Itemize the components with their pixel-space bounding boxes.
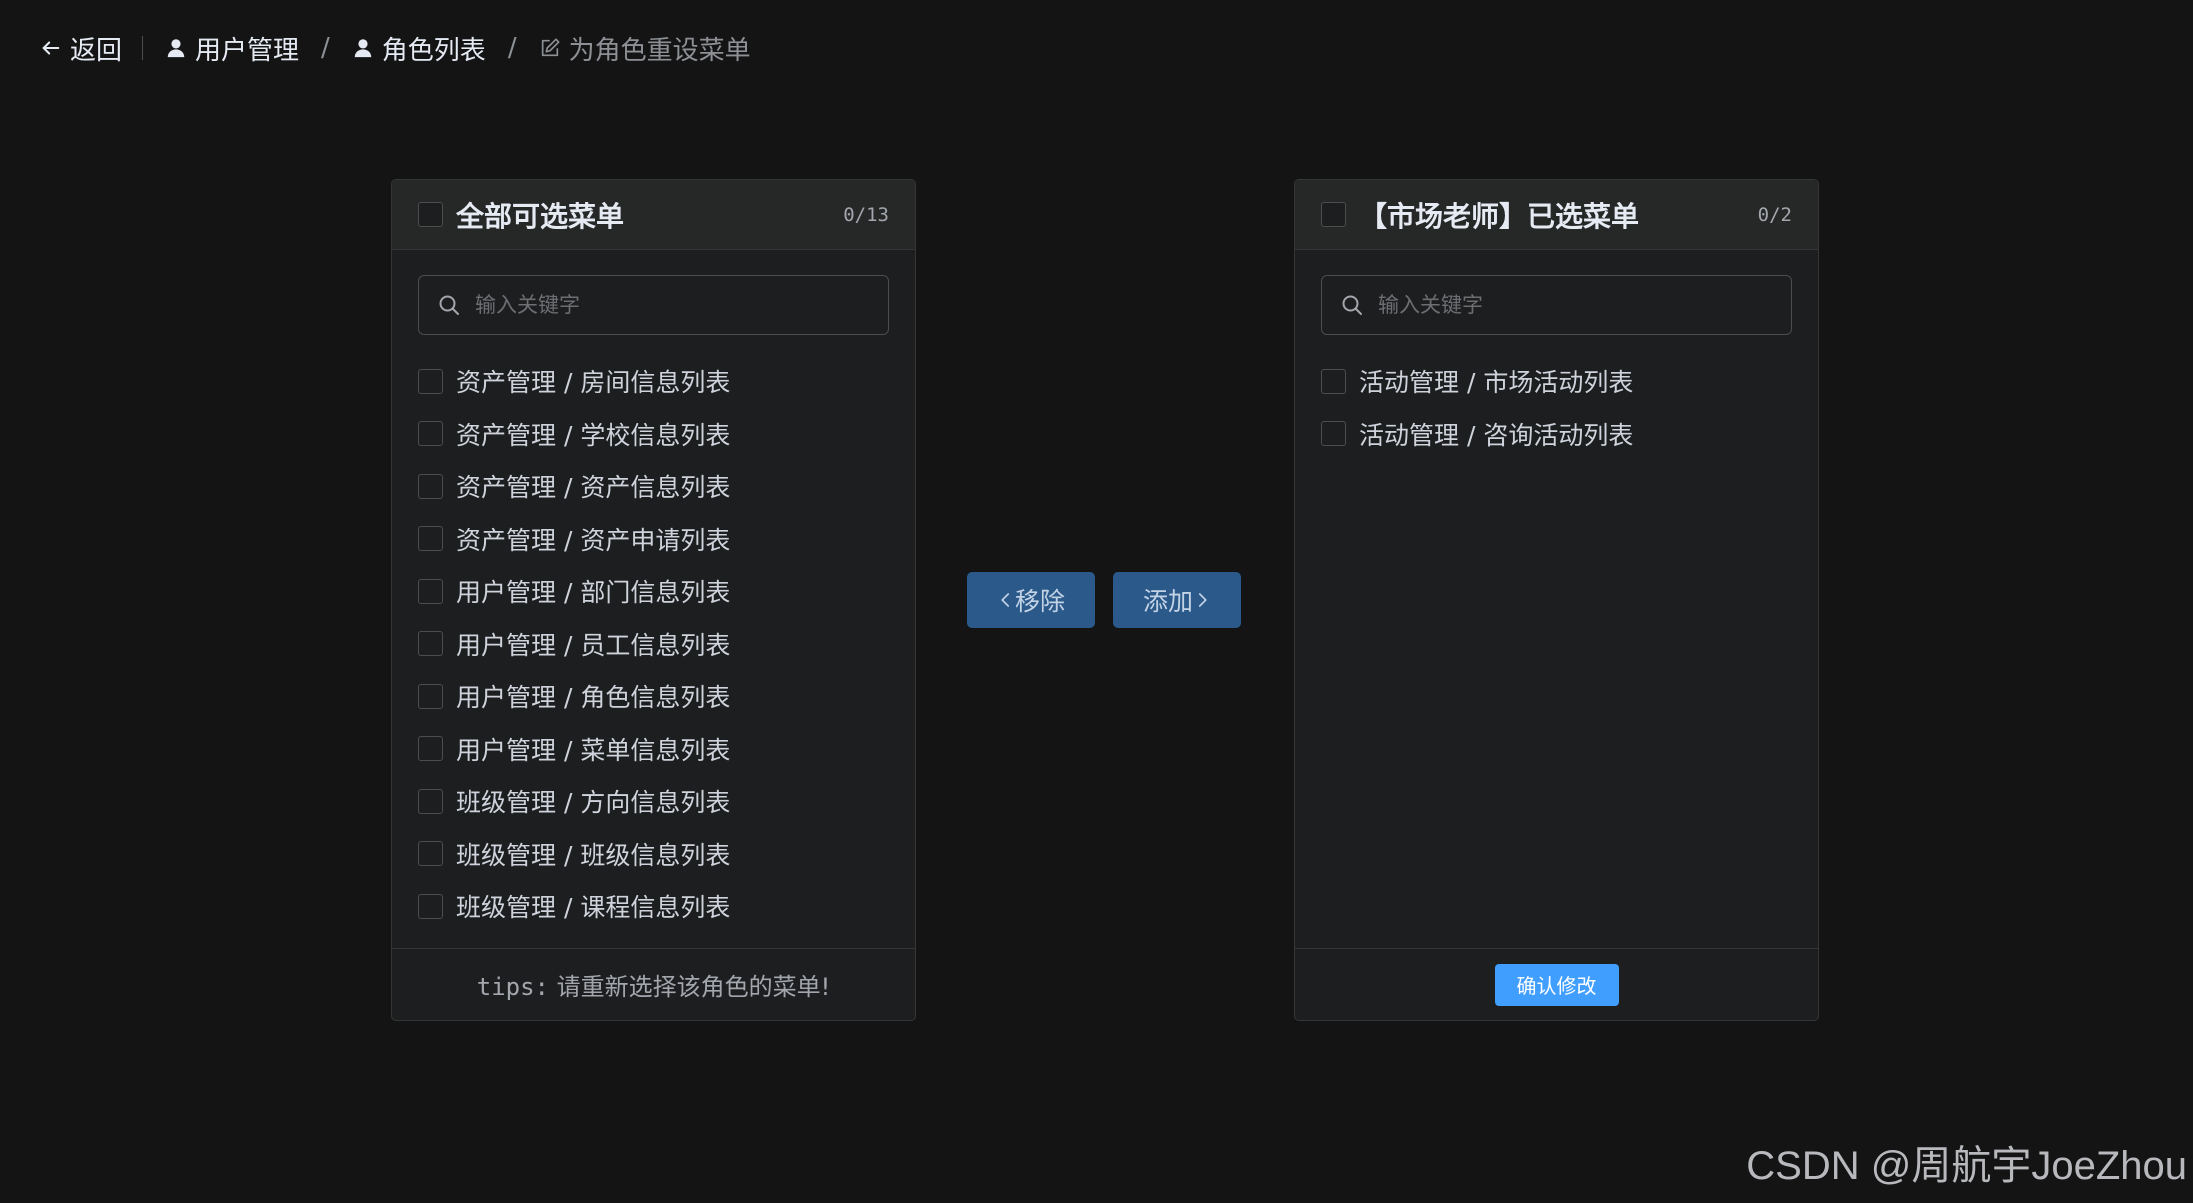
list-item[interactable]: 用户管理 / 角色信息列表 xyxy=(418,670,889,723)
list-item[interactable]: 活动管理 / 咨询活动列表 xyxy=(1321,408,1792,461)
search-box[interactable] xyxy=(1321,275,1792,335)
list-item[interactable]: 用户管理 / 菜单信息列表 xyxy=(418,723,889,776)
tips-message: 请重新选择该角色的菜单! xyxy=(549,973,831,1001)
remove-label: 移除 xyxy=(1014,587,1065,616)
menu-list: 活动管理 / 市场活动列表 活动管理 / 咨询活动列表 xyxy=(1295,355,1818,460)
list-item[interactable]: 用户管理 / 部门信息列表 xyxy=(418,565,889,618)
panel-title: 【市场老师】已选菜单 xyxy=(1359,199,1640,233)
tips-prefix: tips: xyxy=(476,973,549,1001)
back-button[interactable]: 返回 xyxy=(40,30,122,67)
header-divider xyxy=(142,36,144,60)
item-checkbox[interactable] xyxy=(418,631,443,657)
list-item[interactable]: 资产管理 / 学校信息列表 xyxy=(418,408,889,461)
panel-title: 全部可选菜单 xyxy=(456,199,625,233)
list-item[interactable]: 用户管理 / 员工信息列表 xyxy=(418,618,889,671)
panel-footer: 确认修改 xyxy=(1295,948,1818,1020)
item-label: 班级管理 / 班级信息列表 xyxy=(456,840,731,870)
item-label: 用户管理 / 部门信息列表 xyxy=(456,578,731,608)
item-label: 班级管理 / 课程信息列表 xyxy=(456,893,731,923)
list-item[interactable]: 资产管理 / 资产信息列表 xyxy=(418,460,889,513)
menu-list: 资产管理 / 房间信息列表 资产管理 / 学校信息列表 资产管理 / 资产信息列… xyxy=(392,355,915,933)
breadcrumb-user-management[interactable]: 用户管理 xyxy=(165,30,299,67)
item-checkbox[interactable] xyxy=(418,473,443,499)
item-checkbox[interactable] xyxy=(418,788,443,814)
selection-count: 0/2 xyxy=(1757,203,1792,226)
item-checkbox[interactable] xyxy=(418,578,443,604)
selected-menus-panel: 【市场老师】已选菜单 0/2 活动管理 / 市场活动列表 活动管理 / 咨询活动… xyxy=(1294,179,1819,1021)
item-label: 资产管理 / 房间信息列表 xyxy=(456,368,731,398)
breadcrumb-label: 为角色重设菜单 xyxy=(568,35,751,66)
search-icon xyxy=(439,295,459,315)
item-label: 活动管理 / 市场活动列表 xyxy=(1359,368,1634,398)
add-label: 添加 xyxy=(1142,587,1193,616)
remove-button[interactable]: 移除 xyxy=(967,572,1095,628)
selection-count: 0/13 xyxy=(843,203,889,226)
search-box[interactable] xyxy=(418,275,889,335)
list-item[interactable]: 资产管理 / 资产申请列表 xyxy=(418,513,889,566)
list-item[interactable]: 活动管理 / 市场活动列表 xyxy=(1321,355,1792,408)
item-label: 资产管理 / 资产信息列表 xyxy=(456,473,731,503)
item-checkbox[interactable] xyxy=(1321,421,1346,447)
breadcrumb-separator: / xyxy=(507,33,517,63)
panel-footer: tips: 请重新选择该角色的菜单! xyxy=(392,948,915,1020)
tips-text: tips: 请重新选择该角色的菜单! xyxy=(477,967,831,1002)
search-input[interactable] xyxy=(1378,293,1773,317)
search-icon xyxy=(1342,295,1362,315)
item-label: 资产管理 / 学校信息列表 xyxy=(456,420,731,450)
back-label: 返回 xyxy=(70,35,123,66)
breadcrumb-role-list[interactable]: 角色列表 xyxy=(352,30,486,67)
item-checkbox[interactable] xyxy=(418,526,443,552)
available-menus-panel: 全部可选菜单 0/13 资产管理 / 房间信息列表 资产管理 / 学校信息列表 … xyxy=(391,179,916,1021)
list-item[interactable]: 班级管理 / 方向信息列表 xyxy=(418,775,889,828)
breadcrumb-label: 角色列表 xyxy=(381,35,486,66)
list-item[interactable]: 班级管理 / 班级信息列表 xyxy=(418,828,889,881)
search-input[interactable] xyxy=(475,293,870,317)
item-checkbox[interactable] xyxy=(418,421,443,447)
item-checkbox[interactable] xyxy=(418,736,443,762)
item-label: 活动管理 / 咨询活动列表 xyxy=(1359,420,1634,450)
item-label: 用户管理 / 角色信息列表 xyxy=(456,683,731,713)
confirm-button[interactable]: 确认修改 xyxy=(1494,963,1619,1006)
item-label: 用户管理 / 菜单信息列表 xyxy=(456,735,731,765)
page: 返回 用户管理 / 角色列表 / 为角色重设菜单 全部可选菜单 0/13 输入关… xyxy=(0,0,2193,1203)
item-checkbox[interactable] xyxy=(418,368,443,394)
list-item[interactable]: 资产管理 / 房间信息列表 xyxy=(418,355,889,408)
item-checkbox[interactable] xyxy=(418,893,443,919)
breadcrumb-reset-menu: 为角色重设菜单 xyxy=(539,30,751,67)
watermark: CSDN @周航宇JoeZhou xyxy=(1746,1144,2187,1188)
item-checkbox[interactable] xyxy=(1321,368,1346,394)
transfer-buttons: 移除 添加 xyxy=(967,572,1241,628)
chevron-right-icon xyxy=(1198,593,1207,607)
item-checkbox[interactable] xyxy=(418,841,443,867)
arrow-left-icon xyxy=(42,41,60,55)
item-checkbox[interactable] xyxy=(418,683,443,709)
user-icon xyxy=(354,39,372,58)
select-all-checkbox[interactable] xyxy=(418,202,443,227)
edit-icon xyxy=(541,38,560,57)
panel-header: 全部可选菜单 0/13 xyxy=(392,180,915,250)
item-label: 用户管理 / 员工信息列表 xyxy=(456,630,731,660)
breadcrumb-label: 用户管理 xyxy=(195,35,300,66)
page-header: 返回 用户管理 / 角色列表 / 为角色重设菜单 xyxy=(40,28,751,68)
panel-header: 【市场老师】已选菜单 0/2 xyxy=(1295,180,1818,250)
add-button[interactable]: 添加 xyxy=(1113,572,1241,628)
item-label: 班级管理 / 方向信息列表 xyxy=(456,788,731,818)
breadcrumb-separator: / xyxy=(321,33,330,63)
select-all-checkbox[interactable] xyxy=(1321,202,1346,227)
list-item[interactable]: 班级管理 / 课程信息列表 xyxy=(418,880,889,933)
user-icon xyxy=(167,39,185,58)
item-label: 资产管理 / 资产申请列表 xyxy=(456,525,731,555)
chevron-left-icon xyxy=(1001,593,1010,607)
